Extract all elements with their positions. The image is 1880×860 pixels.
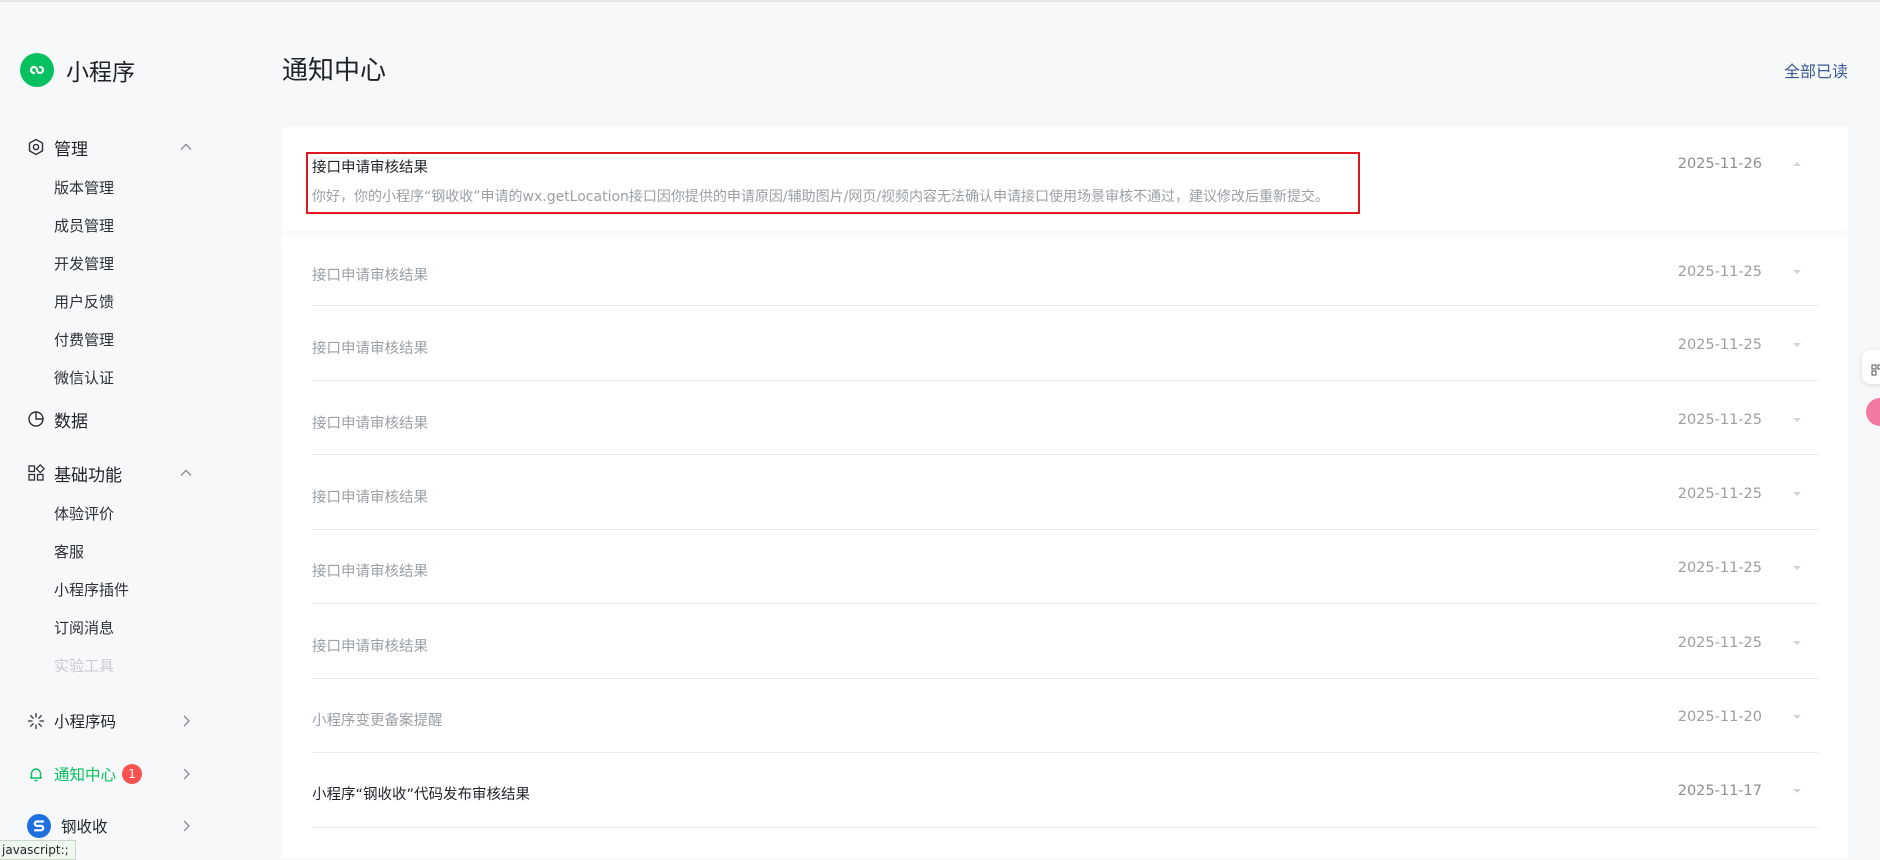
nav-head-data[interactable]: 数据 [0, 401, 240, 437]
highlight-box [306, 152, 1360, 214]
notification-date: 2025-11-25 [1677, 635, 1762, 651]
expand-caret-icon[interactable] [1790, 636, 1804, 650]
nav-head-basic[interactable]: 基础功能 [0, 455, 240, 491]
notification-item[interactable]: 小程序变更备案提醒 2025-11-20 [282, 679, 1848, 753]
unread-count-badge: 1 [122, 764, 143, 784]
status-bar-url: javascript:; [0, 840, 76, 860]
sidebar-item-dev[interactable]: 开发管理 [0, 245, 240, 283]
notification-title: 接口申请审核结果 [312, 416, 428, 432]
page-title: 通知中心 [282, 56, 387, 86]
bell-icon [27, 765, 45, 783]
expand-caret-icon[interactable] [1790, 487, 1804, 501]
chevron-right-icon[interactable] [177, 817, 195, 835]
sidebar-item-payment[interactable]: 付费管理 [0, 321, 240, 359]
sidebar-item-plugins[interactable]: 小程序插件 [0, 571, 240, 609]
floating-coin-icon[interactable] [1866, 398, 1880, 426]
notification-item[interactable]: 接口申请审核结果 2025-11-25 [282, 530, 1848, 604]
sidebar-item-lab-tools[interactable]: 实验工具 [0, 647, 240, 685]
chevron-right-icon[interactable] [177, 712, 195, 730]
floating-toolbox-button[interactable] [1862, 350, 1880, 384]
account-avatar-icon [27, 814, 51, 838]
expand-caret-icon[interactable] [1790, 338, 1804, 352]
grid-apps-icon [27, 464, 45, 482]
nav-group-account: 钢收收 [0, 808, 240, 844]
chevron-right-icon[interactable] [177, 765, 195, 783]
collapse-caret-icon[interactable] [1790, 157, 1804, 171]
notification-date: 2025-11-25 [1677, 412, 1762, 428]
notification-date: 2025-11-25 [1677, 486, 1762, 502]
notification-title: 接口申请审核结果 [312, 341, 428, 357]
settings-hex-icon [27, 138, 45, 156]
notification-item[interactable]: 小程序“钢收收”代码发布审核结果 2025-11-17 [282, 753, 1848, 828]
sidebar-item-version[interactable]: 版本管理 [0, 169, 240, 207]
expand-caret-icon[interactable] [1790, 710, 1804, 724]
notification-date: 2025-11-26 [1677, 156, 1762, 172]
mark-all-read-link[interactable]: 全部已读 [1784, 58, 1848, 82]
pie-chart-icon [27, 410, 45, 428]
mini-program-logo-icon [20, 53, 54, 87]
sidebar-item-subscribe[interactable]: 订阅消息 [0, 609, 240, 647]
notification-item[interactable]: 接口申请审核结果 2025-11-25 [282, 455, 1848, 530]
notification-title: 接口申请审核结果 [312, 639, 428, 655]
chevron-up-icon[interactable] [177, 138, 195, 156]
notification-title: 接口申请审核结果 [312, 490, 428, 506]
nav-group-data: 数据 [0, 401, 240, 437]
notification-title: 小程序变更备案提醒 [312, 713, 443, 729]
notification-title: 小程序“钢收收”代码发布审核结果 [312, 787, 531, 803]
expand-caret-icon[interactable] [1790, 784, 1804, 798]
expand-caret-icon[interactable] [1790, 413, 1804, 427]
sidebar-item-wechat-auth[interactable]: 微信认证 [0, 359, 240, 397]
notification-item[interactable]: 接口申请审核结果 2025-11-25 [282, 604, 1848, 679]
notification-item[interactable]: 接口申请审核结果 2025-11-25 [282, 381, 1848, 455]
top-divider [0, 0, 1880, 2]
notification-date: 2025-11-25 [1677, 560, 1762, 576]
nav-group-manage: 管理 版本管理 成员管理 开发管理 用户反馈 付费管理 微信认证 [0, 129, 240, 397]
nav-head-manage[interactable]: 管理 [0, 129, 240, 165]
expand-caret-icon[interactable] [1790, 265, 1804, 279]
notification-date: 2025-11-20 [1677, 709, 1762, 725]
nav-group-basic: 基础功能 体验评价 客服 小程序插件 订阅消息 实验工具 [0, 455, 240, 685]
grid-icon [1871, 361, 1880, 380]
nav-group-notifications: 通知中心 1 [0, 756, 240, 792]
nav-head-notifications[interactable]: 通知中心 1 [0, 756, 240, 792]
account-switcher[interactable]: 钢收收 [0, 808, 240, 844]
nav-group-qrcode: 小程序码 [0, 703, 240, 739]
notification-item[interactable]: 接口申请审核结果 2025-11-26 你好，你的小程序“钢收收”申请的wx.g… [282, 127, 1848, 231]
sidebar-item-customer-service[interactable]: 客服 [0, 533, 240, 571]
row-divider [312, 827, 1818, 828]
sidebar-item-experience[interactable]: 体验评价 [0, 495, 240, 533]
notification-date: 2025-11-17 [1677, 783, 1762, 799]
notification-item[interactable]: 接口申请审核结果 2025-11-25 [282, 231, 1848, 306]
sidebar: 小程序 管理 版本管理 成员管理 开发管理 用户反馈 付费管理 微信认证 数据 … [0, 0, 240, 858]
notification-title: 接口申请审核结果 [312, 564, 428, 580]
notification-date: 2025-11-25 [1677, 264, 1762, 280]
nav-head-qrcode[interactable]: 小程序码 [0, 703, 240, 739]
notification-list: 接口申请审核结果 2025-11-26 你好，你的小程序“钢收收”申请的wx.g… [282, 127, 1848, 858]
sunburst-icon [27, 712, 45, 730]
app-logo[interactable]: 小程序 [20, 53, 135, 87]
expand-caret-icon[interactable] [1790, 561, 1804, 575]
notification-date: 2025-11-25 [1677, 337, 1762, 353]
app-name: 小程序 [66, 60, 135, 86]
sidebar-item-members[interactable]: 成员管理 [0, 207, 240, 245]
chevron-up-icon[interactable] [177, 464, 195, 482]
notification-title: 接口申请审核结果 [312, 268, 428, 284]
notification-item[interactable]: 接口申请审核结果 2025-11-25 [282, 306, 1848, 381]
sidebar-item-feedback[interactable]: 用户反馈 [0, 283, 240, 321]
